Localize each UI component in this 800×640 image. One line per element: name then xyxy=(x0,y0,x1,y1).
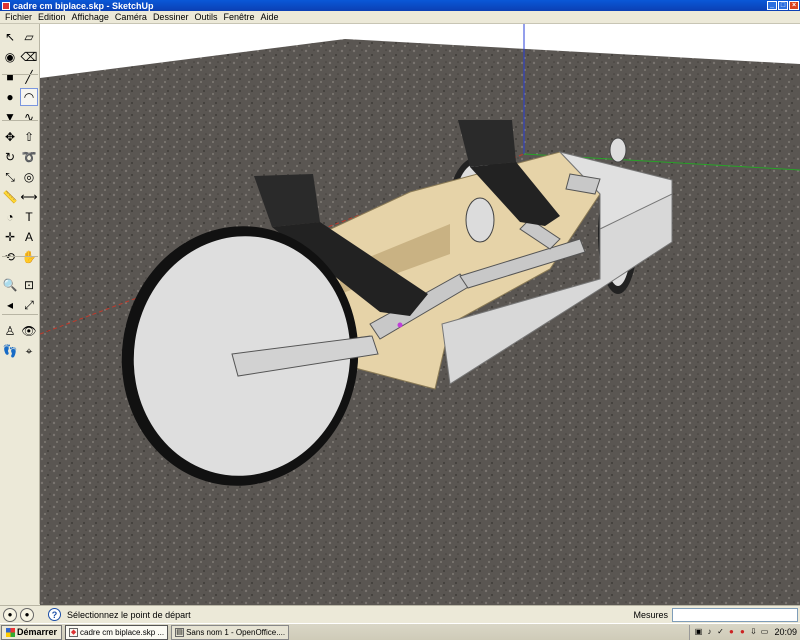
zoom-window-icon[interactable]: ⊡ xyxy=(20,276,38,294)
rectangle-icon[interactable]: ■ xyxy=(1,68,19,86)
zoom-extents-icon[interactable]: ⤢ xyxy=(20,296,38,314)
paint-bucket-icon[interactable]: ◉ xyxy=(1,48,19,66)
menu-fenetre[interactable]: Fenêtre xyxy=(220,12,257,22)
rotate-icon[interactable]: ↻ xyxy=(1,148,19,166)
taskbar-button-sketchup[interactable]: ◆ cadre cm biplace.skp ... xyxy=(65,624,169,640)
sketchup-window: cadre cm biplace.skp - SketchUp _ □ × Fi… xyxy=(0,0,800,640)
openoffice-task-icon: ▤ xyxy=(175,627,185,637)
zoom-icon[interactable]: 🔍 xyxy=(1,276,19,294)
taskbar-button-openoffice[interactable]: ▤ Sans nom 1 - OpenOffice.... xyxy=(171,624,290,640)
update-icon[interactable]: ● xyxy=(737,627,747,637)
instructor-help-icon[interactable]: ? xyxy=(48,608,61,621)
look-around-icon[interactable]: 👁 xyxy=(20,322,38,340)
credits-icon[interactable]: ● xyxy=(20,607,34,622)
title-bar[interactable]: cadre cm biplace.skp - SketchUp _ □ × xyxy=(0,0,800,11)
close-button[interactable]: × xyxy=(789,1,799,10)
menu-aide[interactable]: Aide xyxy=(258,12,282,22)
menu-bar: Fichier Edition Affichage Caméra Dessine… xyxy=(0,11,800,24)
sketchup-task-icon: ◆ xyxy=(69,627,79,637)
arc-icon[interactable]: ◠ xyxy=(20,88,38,106)
axes-icon[interactable]: ✛ xyxy=(1,228,19,246)
display-icon[interactable]: ▭ xyxy=(759,627,769,637)
volume-icon[interactable]: ♪ xyxy=(704,627,714,637)
polygon-icon[interactable]: ▼ xyxy=(1,108,19,126)
section-plane-icon[interactable]: ⌖ xyxy=(20,342,38,360)
measurements-label: Mesures xyxy=(633,609,668,620)
dimension-icon[interactable]: ⟷ xyxy=(20,188,38,206)
menu-edition[interactable]: Edition xyxy=(35,12,69,22)
push-pull-icon[interactable]: ⇧ xyxy=(20,128,38,146)
menu-dessiner[interactable]: Dessiner xyxy=(150,12,192,22)
menu-affichage[interactable]: Affichage xyxy=(69,12,112,22)
menu-camera[interactable]: Caméra xyxy=(112,12,150,22)
status-hint: Sélectionnez le point de départ xyxy=(67,609,191,620)
measurements-input[interactable] xyxy=(672,607,798,622)
network-icon[interactable]: ▣ xyxy=(693,627,703,637)
move-icon[interactable]: ✥ xyxy=(1,128,19,146)
start-label: Démarrer xyxy=(17,627,58,637)
tool-palette: ↖ ▱ ◉ ⌫ ■ ╱ ● ◠ ▼ ∿ ✥ ⇧ ↻ ➰ ⤡ ◎ 📏 ⟷ ◔ T ✛ A ⟲ ✋ 🔍 ⊡ ◂ ⤢ ♙ 👁 👣 ⌖ xyxy=(0,24,40,604)
geo-location-icon[interactable]: ● xyxy=(3,607,17,622)
menu-fichier[interactable]: Fichier xyxy=(2,12,35,22)
taskbar-button-label: cadre cm biplace.skp ... xyxy=(80,627,165,637)
tool-separator xyxy=(2,314,38,315)
steering-disc xyxy=(609,137,627,163)
clock: 20:09 xyxy=(774,627,797,637)
security-icon[interactable]: ✓ xyxy=(715,627,725,637)
text-icon[interactable]: T xyxy=(20,208,38,226)
chainring-disc xyxy=(465,197,495,243)
make-component-icon[interactable]: ▱ xyxy=(20,28,38,46)
safely-remove-icon[interactable]: ⇩ xyxy=(748,627,758,637)
circle-icon[interactable]: ● xyxy=(1,88,19,106)
tool-separator xyxy=(2,74,38,75)
freehand-icon[interactable]: ∿ xyxy=(20,108,38,126)
scale-icon[interactable]: ⤡ xyxy=(1,168,19,186)
start-button[interactable]: Démarrer xyxy=(1,624,63,640)
minimize-button[interactable]: _ xyxy=(767,1,777,10)
eraser-icon[interactable]: ⌫ xyxy=(20,48,38,66)
status-bar: ● ● ? Sélectionnez le point de départ Me… xyxy=(0,605,800,623)
position-camera-icon[interactable]: ♙ xyxy=(1,322,19,340)
menu-outils[interactable]: Outils xyxy=(191,12,220,22)
inference-point xyxy=(397,322,403,328)
antivirus-icon[interactable]: ● xyxy=(726,627,736,637)
3d-viewport[interactable] xyxy=(40,24,800,605)
windows-taskbar: Démarrer ◆ cadre cm biplace.skp ... ▤ Sa… xyxy=(0,623,800,640)
taskbar-button-label: Sans nom 1 - OpenOffice.... xyxy=(186,627,286,637)
offset-icon[interactable]: ◎ xyxy=(20,168,38,186)
protractor-icon[interactable]: ◔ xyxy=(1,208,19,226)
previous-view-icon[interactable]: ◂ xyxy=(1,296,19,314)
sketchup-app-icon xyxy=(2,1,10,10)
window-title: cadre cm biplace.skp - SketchUp xyxy=(13,0,154,11)
line-icon[interactable]: ╱ xyxy=(20,68,38,86)
follow-me-icon[interactable]: ➰ xyxy=(20,148,38,166)
tape-measure-icon[interactable]: 📏 xyxy=(1,188,19,206)
walk-icon[interactable]: 👣 xyxy=(1,342,19,360)
maximize-button[interactable]: □ xyxy=(778,1,788,10)
model-scene[interactable] xyxy=(40,24,800,605)
windows-logo-icon xyxy=(6,627,15,637)
system-tray: ▣ ♪ ✓ ● ● ⇩ ▭ 20:09 xyxy=(689,624,800,640)
orbit-icon[interactable]: ⟲ xyxy=(1,248,19,266)
3d-text-icon[interactable]: A xyxy=(20,228,38,246)
tool-separator xyxy=(2,120,38,121)
tool-separator xyxy=(2,256,38,257)
select-icon[interactable]: ↖ xyxy=(1,28,19,46)
pan-icon[interactable]: ✋ xyxy=(20,248,38,266)
